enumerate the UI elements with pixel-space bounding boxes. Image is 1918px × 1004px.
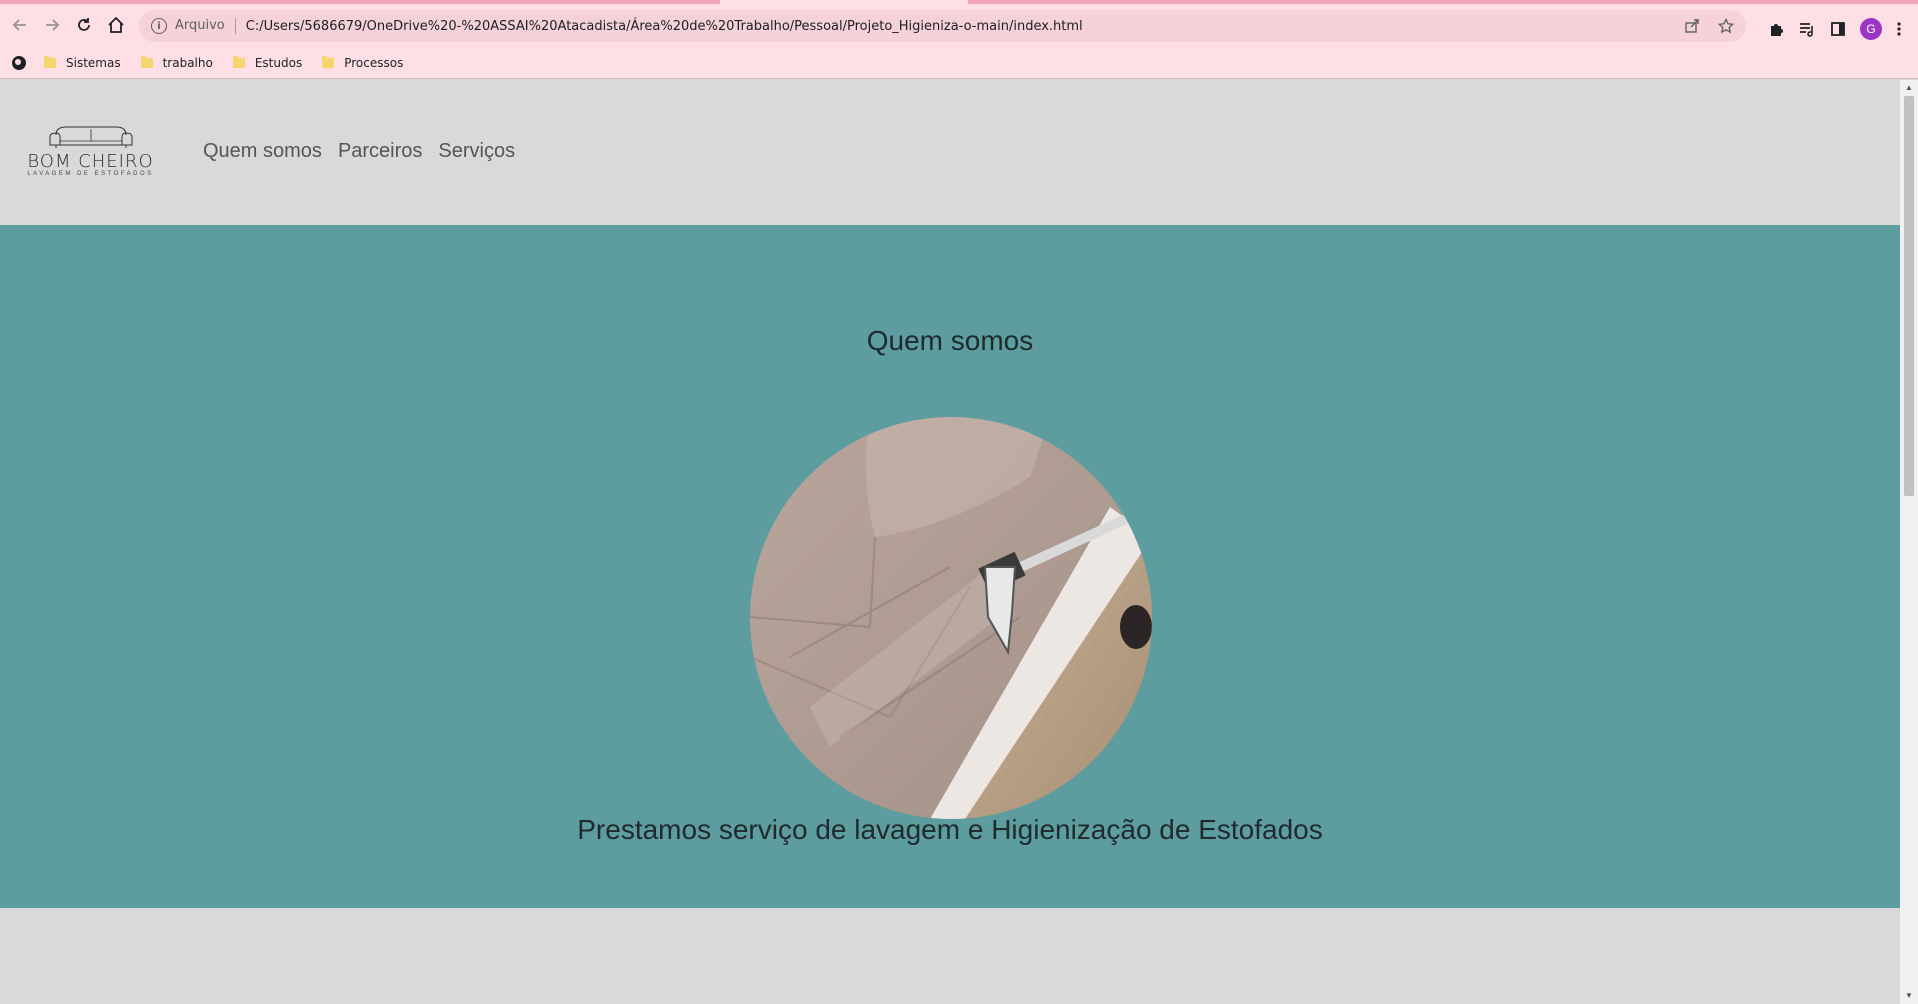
- star-icon[interactable]: [1718, 18, 1734, 34]
- arrow-left-icon: [12, 19, 26, 31]
- profile-avatar[interactable]: G: [1860, 18, 1882, 40]
- sofa-cleaning-photo: [750, 417, 1152, 819]
- sofa-cleaning-illustration: [750, 417, 1152, 819]
- folder-icon: [44, 56, 56, 68]
- folder-icon: [322, 56, 335, 68]
- puzzle-icon[interactable]: [1768, 21, 1784, 37]
- scroll-down-icon[interactable]: ▼: [1904, 991, 1914, 1001]
- page-scrollbar[interactable]: ▲ ▼: [1900, 80, 1918, 1004]
- forward-button[interactable]: [36, 9, 68, 41]
- folder-icon: [232, 56, 245, 68]
- bookmarks-bar: Sistemas trabalho Estudos Processos: [0, 50, 1918, 76]
- bookmark-sistemas[interactable]: Sistemas: [44, 56, 121, 70]
- logo-brand: BOM CHEIRO: [27, 151, 154, 172]
- bookmark-estudos[interactable]: Estudos: [232, 56, 303, 70]
- reload-button[interactable]: [68, 9, 100, 41]
- url-text[interactable]: C:/Users/5686679/OneDrive%20-%20ASSAI%20…: [246, 19, 1083, 34]
- bookmark-trabalho[interactable]: trabalho: [140, 56, 213, 70]
- back-button[interactable]: [4, 9, 36, 41]
- site-header: BOM CHEIRO LAVAGEM DE ESTOFADOS Quem som…: [0, 80, 1900, 225]
- reading-list-icon[interactable]: [1798, 21, 1816, 37]
- section-title: Quem somos: [866, 325, 1034, 356]
- nav-link-quem-somos[interactable]: Quem somos: [203, 140, 322, 163]
- bookmark-label: Estudos: [254, 56, 303, 70]
- bookmark-label: trabalho: [162, 56, 213, 70]
- extension-area: G: [1768, 8, 1918, 50]
- nav-link-servicos[interactable]: Serviços: [438, 140, 515, 163]
- logo-tagline: LAVAGEM DE ESTOFADOS: [27, 171, 154, 177]
- address-bar[interactable]: i Arquivo C:/Users/5686679/OneDrive%20-%…: [139, 10, 1746, 42]
- kebab-menu-icon[interactable]: [1896, 21, 1902, 37]
- scrollbar-thumb[interactable]: [1904, 96, 1914, 496]
- main-nav: Quem somos Parceiros Serviços: [203, 140, 515, 163]
- info-icon[interactable]: i: [151, 18, 167, 34]
- side-panel-icon[interactable]: [1830, 21, 1846, 37]
- folder-icon: [140, 56, 153, 68]
- browser-chrome: i Arquivo C:/Users/5686679/OneDrive%20-%…: [0, 0, 1918, 79]
- home-icon: [108, 16, 124, 33]
- home-button[interactable]: [100, 9, 132, 41]
- browser-toolbar: i Arquivo C:/Users/5686679/OneDrive%20-%…: [0, 4, 1918, 46]
- page-viewport: BOM CHEIRO LAVAGEM DE ESTOFADOS Quem som…: [0, 80, 1918, 1004]
- site-logo[interactable]: BOM CHEIRO LAVAGEM DE ESTOFADOS: [18, 125, 163, 181]
- bookmark-label: Processos: [344, 56, 404, 70]
- nav-link-parceiros[interactable]: Parceiros: [338, 140, 422, 163]
- bookmark-label: Sistemas: [66, 56, 121, 70]
- section-description: Prestamos serviço de lavagem e Higieniza…: [577, 814, 1323, 845]
- sofa-icon: [49, 126, 133, 148]
- omnibox-actions: [1684, 10, 1734, 42]
- scroll-up-icon[interactable]: ▲: [1904, 83, 1914, 93]
- reload-icon: [78, 18, 90, 31]
- arrow-right-icon: [46, 19, 60, 31]
- share-icon[interactable]: [1684, 18, 1700, 34]
- globe-icon[interactable]: [12, 56, 26, 70]
- scheme-label: Arquivo: [175, 18, 236, 34]
- bookmark-processos[interactable]: Processos: [322, 56, 403, 70]
- about-section: Quem somos Prestamos serviço de lavagem …: [0, 225, 1900, 908]
